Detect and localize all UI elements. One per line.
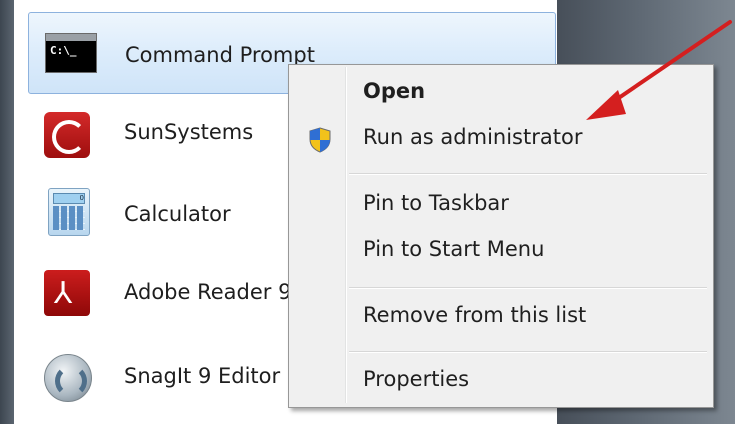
menu-separator	[349, 173, 707, 175]
command-prompt-icon: C:\_	[45, 33, 97, 73]
start-item-label: SunSystems	[124, 120, 254, 144]
menu-item-pin-to-start-menu[interactable]: Pin to Start Menu	[291, 229, 711, 273]
adobe-reader-icon: ⅄	[44, 270, 90, 316]
desktop-left-edge	[0, 0, 14, 424]
menu-item-label: Pin to Start Menu	[363, 237, 545, 261]
start-item-label: SnagIt 9 Editor	[124, 364, 281, 388]
snagit-icon	[44, 354, 92, 402]
sunsystems-icon	[44, 112, 90, 158]
menu-item-label: Remove from this list	[363, 303, 587, 327]
start-item-label: Adobe Reader 9	[124, 280, 292, 304]
menu-item-pin-to-taskbar[interactable]: Pin to Taskbar	[291, 183, 711, 227]
menu-item-label: Run as administrator	[363, 125, 583, 149]
calculator-icon: 0	[48, 188, 90, 236]
menu-item-label: Properties	[363, 367, 470, 391]
start-item-label: Command Prompt	[125, 43, 315, 67]
uac-shield-icon	[309, 127, 331, 153]
menu-separator	[349, 351, 707, 353]
menu-item-label: Open	[363, 79, 426, 103]
start-item-label: Calculator	[124, 202, 231, 226]
menu-separator	[349, 287, 707, 289]
menu-item-remove-from-list[interactable]: Remove from this list	[291, 295, 711, 339]
menu-item-label: Pin to Taskbar	[363, 191, 509, 215]
menu-item-properties[interactable]: Properties	[291, 359, 711, 403]
red-arrow-annotation	[586, 20, 732, 120]
